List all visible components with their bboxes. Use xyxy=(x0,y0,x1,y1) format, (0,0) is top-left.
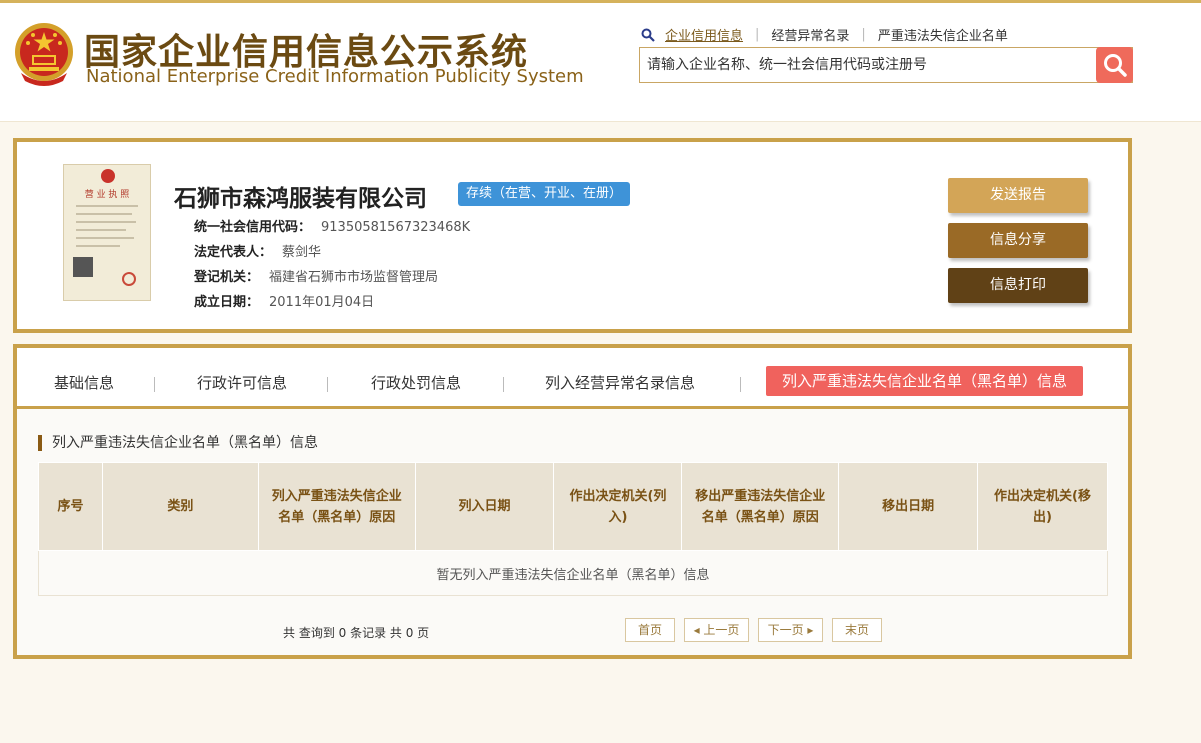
col-header-category: 类别 xyxy=(101,462,259,551)
col-header-index: 序号 xyxy=(38,462,103,551)
detail-panel: 基础信息 行政许可信息 行政处罚信息 列入经营异常名录信息 列入严重违法失信企业… xyxy=(13,344,1132,659)
nav-separator: | xyxy=(755,27,760,42)
pager-next-button[interactable]: 下一页 ▸ xyxy=(758,618,823,642)
pager-last-button[interactable]: 末页 xyxy=(832,618,882,642)
credit-code-label: 统一社会信用代码： xyxy=(194,220,312,235)
print-info-button[interactable]: 信息打印 xyxy=(948,268,1088,303)
tab-bar: 基础信息 行政许可信息 行政处罚信息 列入经营异常名录信息 列入严重违法失信企业… xyxy=(17,348,1128,409)
col-header-remove-date: 移出日期 xyxy=(838,462,979,551)
search-icon xyxy=(1103,54,1127,77)
send-report-button[interactable]: 发送报告 xyxy=(948,178,1088,213)
registration-authority-label: 登记机关： xyxy=(194,270,260,285)
col-header-list-authority: 作出决定机关(列入) xyxy=(553,462,683,551)
chevron-left-icon: ◂ xyxy=(693,623,704,637)
nav-abnormal-list[interactable]: 经营异常名录 xyxy=(771,25,849,44)
business-license-image: 营 业 执 照 xyxy=(63,164,151,301)
pager-first-button[interactable]: 首页 xyxy=(625,618,675,642)
qr-code-icon xyxy=(73,257,93,277)
legal-rep-value: 蔡剑华 xyxy=(282,245,322,260)
chevron-right-icon: ▸ xyxy=(803,623,814,637)
company-name: 石狮市森鸿服装有限公司 xyxy=(174,186,427,212)
tab-abnormal-list[interactable]: 列入经营异常名录信息 xyxy=(545,368,695,398)
nav-blacklist[interactable]: 严重违法失信企业名单 xyxy=(878,25,1008,44)
nav-enterprise-credit[interactable]: 企业信用信息 xyxy=(665,25,743,44)
share-info-button[interactable]: 信息分享 xyxy=(948,223,1088,258)
credit-code-row: 统一社会信用代码： 91350581567323468K xyxy=(194,216,470,235)
license-title: 营 业 执 照 xyxy=(84,190,130,200)
establish-date-label: 成立日期： xyxy=(194,295,260,310)
search-icon xyxy=(641,28,655,42)
pager-prev-label: 上一页 xyxy=(703,623,740,637)
tab-basic-info[interactable]: 基础信息 xyxy=(54,368,114,398)
blacklist-table: 序号 类别 列入严重违法失信企业名单（黑名单）原因 列入日期 作出决定机关(列入… xyxy=(38,462,1108,596)
pager-prev-button[interactable]: ◂ 上一页 xyxy=(684,618,749,642)
legal-rep-row: 法定代表人： 蔡剑华 xyxy=(194,241,321,260)
status-badge: 存续（在营、开业、在册） xyxy=(458,182,631,206)
search-box xyxy=(639,47,1133,83)
top-nav: 企业信用信息 | 经营异常名录 | 严重违法失信企业名单 xyxy=(641,25,1008,44)
section-title: 列入严重违法失信企业名单（黑名单）信息 xyxy=(38,435,318,451)
col-header-list-date: 列入日期 xyxy=(414,462,555,551)
pager-total: 共 查询到 0 条记录 共 0 页 xyxy=(283,626,430,640)
tab-admin-penalty[interactable]: 行政处罚信息 xyxy=(371,368,461,398)
company-card: 营 业 执 照 石狮市森鸿服装有限公司 存续（在营、开业、在册） 统一社会信用代… xyxy=(13,138,1132,333)
search-button[interactable] xyxy=(1096,47,1133,83)
seal-icon xyxy=(122,272,136,286)
search-input[interactable] xyxy=(640,48,1098,82)
empty-message: 暂无列入严重违法失信企业名单（黑名单）信息 xyxy=(38,550,1108,596)
tab-blacklist[interactable]: 列入严重违法失信企业名单（黑名单）信息 xyxy=(766,366,1084,396)
site-subtitle: National Enterprise Credit Information P… xyxy=(86,66,584,87)
col-header-remove-reason: 移出严重违法失信企业名单（黑名单）原因 xyxy=(681,462,840,551)
credit-code-value: 91350581567323468K xyxy=(321,220,471,235)
col-header-remove-authority: 作出决定机关(移出) xyxy=(977,462,1108,551)
col-header-list-reason: 列入严重违法失信企业名单（黑名单）原因 xyxy=(257,462,416,551)
registration-authority-value: 福建省石狮市市场监督管理局 xyxy=(269,270,439,285)
nav-separator: | xyxy=(861,27,866,42)
tab-admin-license[interactable]: 行政许可信息 xyxy=(197,368,287,398)
site-header: 国家企业信用信息公示系统 National Enterprise Credit … xyxy=(0,0,1201,122)
license-emblem-icon xyxy=(101,169,115,183)
establish-date-row: 成立日期： 2011年01月04日 xyxy=(194,291,374,310)
pager-next-label: 下一页 xyxy=(767,623,804,637)
table-row: 暂无列入严重违法失信企业名单（黑名单）信息 xyxy=(38,550,1108,596)
national-emblem-icon xyxy=(15,23,73,86)
registration-authority-row: 登记机关： 福建省石狮市市场监督管理局 xyxy=(194,266,438,285)
legal-rep-label: 法定代表人： xyxy=(194,245,273,260)
establish-date-value: 2011年01月04日 xyxy=(269,295,375,310)
